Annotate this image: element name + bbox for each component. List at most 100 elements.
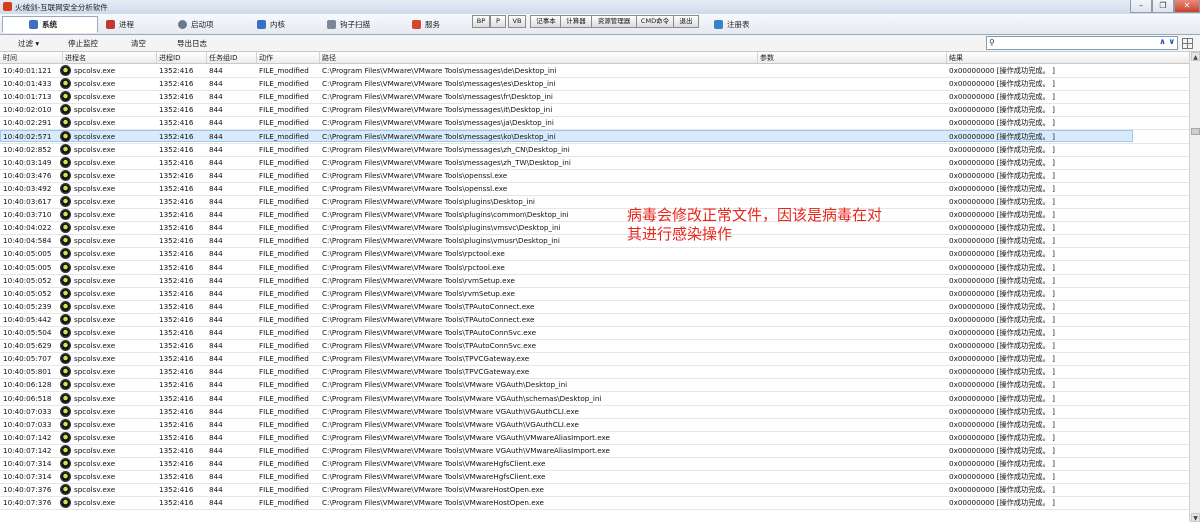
column-divider[interactable] — [256, 52, 257, 63]
cell-action: FILE_modified — [259, 236, 309, 246]
cell-time: 10:40:03:710 — [3, 210, 52, 220]
cell-action: FILE_modified — [259, 459, 309, 468]
tab-process[interactable]: 进程 — [106, 16, 134, 33]
table-row[interactable]: 10:40:05:442 spcolsv.exe 1352:416 844 FILE_m… — [0, 313, 1189, 327]
table-row[interactable]: 10:40:03:476 spcolsv.exe 1352:416 844 FILE_m… — [0, 169, 1189, 183]
table-row[interactable]: 10:40:05:052 spcolsv.exe 1352:416 844 FILE_m… — [0, 274, 1189, 288]
table-row[interactable]: 10:40:01:713 spcolsv.exe 1352:416 844 FILE_m… — [0, 90, 1189, 105]
cell-task-group: 844 — [209, 79, 223, 89]
column-divider[interactable] — [319, 52, 320, 63]
cell-pid: 1352:416 — [159, 92, 194, 102]
column-header-action[interactable]: 动作 — [259, 53, 273, 63]
explorer-button[interactable]: 资源管理器 — [591, 15, 637, 28]
cell-task-group: 844 — [209, 432, 223, 442]
table-row[interactable]: 10:40:07:376 spcolsv.exe 1352:416 844 FILE_m… — [0, 496, 1189, 511]
table-row[interactable]: 10:40:07:376 spcolsv.exe 1352:416 844 FILE_m… — [0, 483, 1189, 498]
column-settings-icon[interactable] — [1182, 38, 1193, 49]
table-row[interactable]: 10:40:03:617 spcolsv.exe 1352:416 844 FILE_m… — [0, 195, 1189, 209]
scroll-thumb[interactable] — [1191, 128, 1200, 135]
cell-process-name: spcolsv.exe — [74, 472, 116, 482]
minimize-button[interactable]: – — [1130, 0, 1152, 13]
column-divider[interactable] — [757, 52, 758, 63]
tab-hook-scan[interactable]: 钩子扫描 — [327, 16, 370, 33]
table-row[interactable]: 10:40:05:707 spcolsv.exe 1352:416 844 FILE_m… — [0, 352, 1189, 367]
cell-pid: 1352:416 — [159, 197, 194, 206]
table-row[interactable]: 10:40:01:433 spcolsv.exe 1352:416 844 FILE_m… — [0, 77, 1189, 92]
registry-icon — [714, 20, 723, 29]
table-row[interactable]: 10:40:02:291 spcolsv.exe 1352:416 844 FILE_m… — [0, 116, 1189, 131]
column-header-pid[interactable]: 进程ID — [159, 53, 180, 63]
cell-result: 0x00000000 [操作成功完成。 ] — [949, 144, 1055, 154]
column-header-process[interactable]: 进程名 — [65, 53, 86, 63]
table-row[interactable]: 10:40:05:005 spcolsv.exe 1352:416 844 FILE_m… — [0, 261, 1189, 275]
tab-registry[interactable]: 注册表 — [714, 16, 750, 33]
table-row[interactable]: 10:40:05:005 spcolsv.exe 1352:416 844 FILE_m… — [0, 247, 1189, 262]
tab-startup[interactable]: 启动项 — [178, 16, 214, 33]
table-row[interactable]: 10:40:03:149 spcolsv.exe 1352:416 844 FILE_m… — [0, 156, 1189, 170]
table-row[interactable]: 10:40:05:504 spcolsv.exe 1352:416 844 FILE_m… — [0, 326, 1189, 340]
cell-task-group: 844 — [209, 170, 223, 180]
column-divider[interactable] — [156, 52, 157, 63]
table-row[interactable]: 10:40:07:142 spcolsv.exe 1352:416 844 FILE_m… — [0, 431, 1189, 445]
table-row[interactable]: 10:40:02:852 spcolsv.exe 1352:416 844 FILE_m… — [0, 143, 1189, 157]
tab-label: 启动项 — [191, 20, 214, 29]
cell-time: 10:40:03:149 — [3, 157, 52, 167]
stop-monitor-button[interactable]: 停止监控 — [68, 38, 98, 49]
column-divider[interactable] — [946, 52, 947, 63]
cell-result: 0x00000000 [操作成功完成。 ] — [949, 354, 1055, 364]
cell-action: FILE_modified — [259, 197, 309, 206]
tab-services[interactable]: 服务 — [412, 16, 440, 33]
table-row[interactable]: 10:40:05:629 spcolsv.exe 1352:416 844 FILE_m… — [0, 339, 1189, 354]
table-row[interactable]: 10:40:07:314 spcolsv.exe 1352:416 844 FILE_m… — [0, 470, 1189, 485]
scroll-down-icon[interactable]: ▼ — [1191, 513, 1200, 522]
table-row[interactable]: 10:40:03:492 spcolsv.exe 1352:416 844 FILE_m… — [0, 182, 1189, 196]
process-bug-icon — [61, 66, 70, 75]
column-header-result[interactable]: 结果 — [949, 53, 963, 63]
quick-button-vb[interactable]: VB — [508, 15, 526, 28]
quick-button-p[interactable]: P — [490, 15, 506, 28]
table-row[interactable]: 10:40:05:801 spcolsv.exe 1352:416 844 FILE_m… — [0, 365, 1189, 380]
exit-button[interactable]: 退出 — [673, 15, 699, 28]
column-divider[interactable] — [62, 52, 63, 63]
table-row[interactable]: 10:40:02:571 spcolsv.exe 1352:416 844 FILE_m… — [0, 129, 1189, 144]
notepad-button[interactable]: 记事本 — [530, 15, 562, 28]
table-row[interactable]: 10:40:07:033 spcolsv.exe 1352:416 844 FILE_m… — [0, 418, 1189, 432]
filter-dropdown[interactable]: 过滤 ▾ — [18, 38, 39, 49]
process-bug-icon — [61, 328, 70, 337]
table-row[interactable]: 10:40:07:314 spcolsv.exe 1352:416 844 FILE_m… — [0, 457, 1189, 471]
search-nav-arrows[interactable]: ∧ ∨ — [1159, 37, 1175, 46]
table-row[interactable]: 10:40:02:010 spcolsv.exe 1352:416 844 FILE_m… — [0, 103, 1189, 118]
cell-path: C:\Program Files\VMware\VMware Tools\TPA… — [322, 314, 535, 324]
clear-button[interactable]: 清空 — [131, 38, 146, 49]
column-divider[interactable] — [206, 52, 207, 63]
table-row[interactable]: 10:40:07:033 spcolsv.exe 1352:416 844 FILE_m… — [0, 405, 1189, 419]
table-row[interactable]: 10:40:03:710 spcolsv.exe 1352:416 844 FILE_m… — [0, 208, 1189, 223]
table-row[interactable]: 10:40:04:022 spcolsv.exe 1352:416 844 FILE_m… — [0, 221, 1189, 236]
vertical-scrollbar[interactable]: ▲ ▼ — [1189, 52, 1200, 522]
table-row[interactable]: 10:40:04:584 spcolsv.exe 1352:416 844 FILE_m… — [0, 234, 1189, 249]
column-header-params[interactable]: 参数 — [760, 53, 774, 63]
table-row[interactable]: 10:40:06:518 spcolsv.exe 1352:416 844 FILE_m… — [0, 392, 1189, 406]
table-row[interactable]: 10:40:05:052 spcolsv.exe 1352:416 844 FILE_m… — [0, 287, 1189, 301]
quick-button-bp[interactable]: BP — [472, 15, 490, 28]
table-row[interactable]: 10:40:07:142 spcolsv.exe 1352:416 844 FILE_m… — [0, 444, 1189, 458]
cell-pid: 1352:416 — [159, 236, 194, 246]
cell-time: 10:40:04:022 — [3, 223, 52, 233]
table-row[interactable]: 10:40:01:121 spcolsv.exe 1352:416 844 FILE_m… — [0, 64, 1189, 78]
cmd-button[interactable]: CMD命令 — [636, 15, 674, 28]
restore-button[interactable]: ❐ — [1152, 0, 1174, 13]
table-row[interactable]: 10:40:05:239 spcolsv.exe 1352:416 844 FILE_m… — [0, 300, 1189, 314]
calculator-button[interactable]: 计算器 — [560, 15, 592, 28]
search-input[interactable]: ⚲ ∧ ∨ — [986, 36, 1178, 50]
column-header-task-group[interactable]: 任务组ID — [209, 53, 237, 63]
export-log-button[interactable]: 导出日志 — [177, 38, 207, 49]
scroll-up-icon[interactable]: ▲ — [1191, 52, 1200, 61]
tab-kernel[interactable]: 内核 — [257, 16, 285, 33]
cell-process-name: spcolsv.exe — [74, 157, 116, 167]
table-row[interactable]: 10:40:06:128 spcolsv.exe 1352:416 844 FILE_m… — [0, 378, 1189, 393]
toolbar: 过滤 ▾ 停止监控 清空 导出日志 ⚲ ∧ ∨ — [0, 35, 1200, 52]
column-header-time[interactable]: 时间 — [3, 53, 17, 63]
tab-system[interactable]: 系统 — [2, 16, 98, 33]
close-button[interactable]: ✕ — [1174, 0, 1200, 13]
column-header-path[interactable]: 路径 — [322, 53, 336, 63]
